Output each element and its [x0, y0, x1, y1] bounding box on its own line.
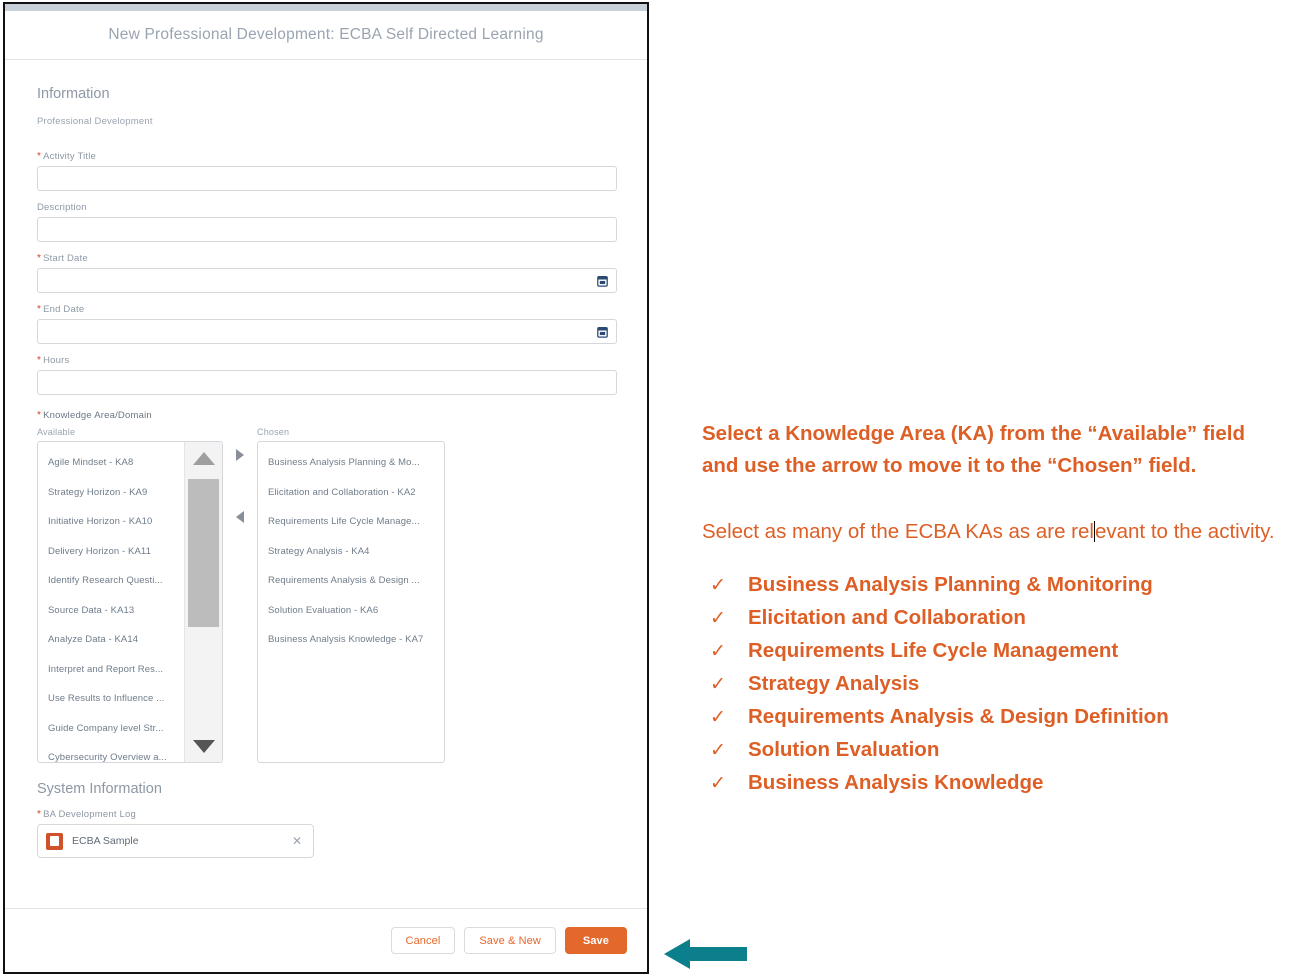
- field-label-activity-title: * Activity Title: [37, 151, 97, 162]
- start-date-input[interactable]: [37, 268, 617, 293]
- required-asterisk: *: [37, 355, 42, 366]
- check-mark-icon: ✓: [710, 674, 726, 695]
- available-scrollbar[interactable]: [184, 442, 222, 762]
- required-asterisk: *: [37, 809, 42, 820]
- checklist-item: ✓ Business Analysis Knowledge: [702, 771, 1282, 804]
- required-asterisk: *: [37, 151, 42, 162]
- record-icon: [46, 832, 63, 850]
- instruction-paragraph-1: Select a Knowledge Area (KA) from the “A…: [702, 422, 1245, 477]
- field-activity-title: * Activity Title: [37, 151, 617, 191]
- chosen-list-items: Business Analysis Planning & Mo... Elicit…: [258, 442, 444, 655]
- left-arrow-icon: [664, 939, 747, 969]
- hours-input[interactable]: [37, 370, 617, 395]
- instruction-paragraph-2: Select as many of the ECBA KAs as are re…: [702, 516, 1282, 548]
- list-item[interactable]: Business Analysis Knowledge - KA7: [258, 625, 444, 655]
- save-button[interactable]: Save: [564, 927, 627, 954]
- new-professional-development-modal: New Professional Development: ECBA Self …: [3, 2, 649, 974]
- required-asterisk: *: [37, 253, 42, 264]
- scrollbar-thumb[interactable]: [188, 479, 219, 627]
- save-and-new-button[interactable]: Save & New: [464, 927, 556, 954]
- field-label-end-date: * End Date: [37, 304, 85, 315]
- triangle-up-icon[interactable]: [192, 452, 215, 465]
- field-label-description: Description: [37, 202, 87, 213]
- check-mark-icon: ✓: [710, 707, 726, 728]
- information-sublabel: Professional Development: [37, 116, 153, 127]
- check-mark-icon: ✓: [710, 773, 726, 794]
- check-mark-icon: ✓: [710, 575, 726, 596]
- field-label-hours: * Hours: [37, 355, 70, 366]
- field-hours: * Hours: [37, 355, 617, 395]
- field-ba-development-log: * BA Development Log ECBA Sample ✕: [37, 809, 615, 858]
- field-start-date: * Start Date: [37, 253, 617, 293]
- field-description: Description: [37, 202, 617, 242]
- chosen-column: Chosen Business Analysis Planning & Mo..…: [257, 427, 445, 763]
- checklist-item: ✓ Elicitation and Collaboration: [702, 606, 1282, 639]
- checklist-item: ✓ Strategy Analysis: [702, 672, 1282, 705]
- modal-body: Information Professional Development * Ac…: [5, 60, 647, 908]
- checklist-item-label: Strategy Analysis: [748, 672, 920, 695]
- list-item[interactable]: Requirements Life Cycle Manage...: [258, 507, 444, 537]
- move-buttons-column: [223, 427, 257, 523]
- list-item[interactable]: Solution Evaluation - KA6: [258, 596, 444, 626]
- calendar-icon[interactable]: [597, 326, 608, 338]
- available-column: Available Agile Mindset - KA8 Strategy Ho…: [37, 427, 223, 763]
- end-date-input[interactable]: [37, 319, 617, 344]
- list-item[interactable]: Strategy Analysis - KA4: [258, 537, 444, 567]
- instruction-paragraph-2-part-b: evant to the activity.: [1094, 520, 1275, 543]
- cancel-button[interactable]: Cancel: [390, 927, 456, 954]
- checklist-item: ✓ Requirements Life Cycle Management: [702, 639, 1282, 672]
- description-input[interactable]: [37, 217, 617, 242]
- available-column-label: Available: [37, 427, 76, 437]
- dual-listbox-columns: Available Agile Mindset - KA8 Strategy Ho…: [37, 427, 615, 763]
- information-section-heading: Information: [37, 86, 110, 102]
- knowledge-area-checklist: ✓ Business Analysis Planning & Monitoring…: [702, 573, 1282, 804]
- ba-development-log-value: ECBA Sample: [72, 835, 139, 847]
- caret-left-icon[interactable]: [236, 511, 244, 523]
- knowledge-area-label: * Knowledge Area/Domain: [37, 410, 152, 421]
- field-label-ba-development-log: * BA Development Log: [37, 809, 136, 820]
- caret-right-icon[interactable]: [236, 449, 244, 461]
- chosen-column-label: Chosen: [257, 427, 290, 437]
- checklist-item: ✓ Requirements Analysis & Design Definiti…: [702, 705, 1282, 738]
- activity-title-input[interactable]: [37, 166, 617, 191]
- checklist-item-label: Business Analysis Knowledge: [748, 771, 1044, 794]
- triangle-down-icon[interactable]: [192, 740, 215, 753]
- instruction-notes-panel: Select a Knowledge Area (KA) from the “A…: [702, 418, 1282, 804]
- list-item[interactable]: Business Analysis Planning & Mo...: [258, 448, 444, 478]
- modal-title: New Professional Development: ECBA Self …: [108, 26, 544, 43]
- system-information-heading: System Information: [37, 781, 162, 797]
- checklist-item-label: Business Analysis Planning & Monitoring: [748, 573, 1153, 596]
- checklist-item-label: Requirements Life Cycle Management: [748, 639, 1119, 662]
- ba-development-log-lookup[interactable]: ECBA Sample ✕: [37, 824, 314, 858]
- check-mark-icon: ✓: [710, 641, 726, 662]
- close-icon[interactable]: ✕: [292, 834, 305, 848]
- required-asterisk: *: [37, 304, 42, 315]
- field-label-start-date: * Start Date: [37, 253, 88, 264]
- checklist-item-label: Requirements Analysis & Design Definitio…: [748, 705, 1169, 728]
- available-listbox[interactable]: Agile Mindset - KA8 Strategy Horizon - KA…: [37, 441, 223, 763]
- chosen-listbox[interactable]: Business Analysis Planning & Mo... Elicit…: [257, 441, 445, 763]
- page-root: New Professional Development: ECBA Self …: [0, 0, 1293, 976]
- field-end-date: * End Date: [37, 304, 617, 344]
- checklist-item: ✓ Business Analysis Planning & Monitoring: [702, 573, 1282, 606]
- list-item[interactable]: Requirements Analysis & Design ...: [258, 566, 444, 596]
- checklist-item-label: Elicitation and Collaboration: [748, 606, 1026, 629]
- modal-footer: Cancel Save & New Save: [5, 908, 647, 972]
- check-mark-icon: ✓: [710, 740, 726, 761]
- check-mark-icon: ✓: [710, 608, 726, 629]
- modal-top-accent-bar: [5, 4, 647, 11]
- required-asterisk: *: [37, 410, 42, 421]
- checklist-item: ✓ Solution Evaluation: [702, 738, 1282, 771]
- modal-header: New Professional Development: ECBA Self …: [5, 11, 647, 60]
- checklist-item-label: Solution Evaluation: [748, 738, 940, 761]
- calendar-icon[interactable]: [597, 275, 608, 287]
- knowledge-area-dual-listbox: * Knowledge Area/Domain Available Agile M…: [37, 410, 615, 763]
- instruction-paragraph-2-part-a: Select as many of the ECBA KAs as are re…: [702, 520, 1094, 543]
- list-item[interactable]: Elicitation and Collaboration - KA2: [258, 478, 444, 508]
